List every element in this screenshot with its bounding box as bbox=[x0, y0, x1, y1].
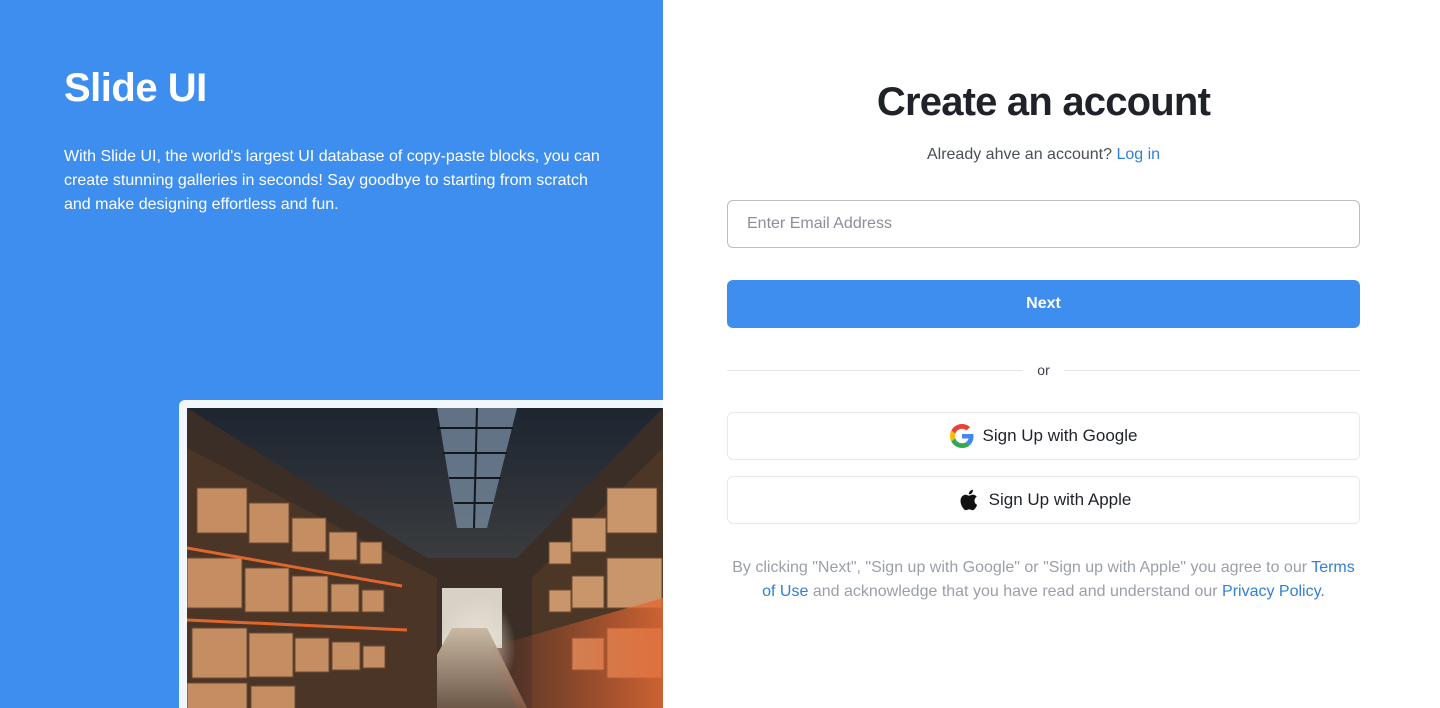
brand-title: Slide UI bbox=[64, 66, 207, 110]
divider-line bbox=[727, 369, 1024, 371]
login-prompt-text: Already ahve an account? bbox=[926, 146, 1112, 163]
login-prompt: Already ahve an account? Log in bbox=[727, 146, 1360, 164]
apple-signup-label: Sign Up with Apple bbox=[988, 490, 1132, 509]
email-field[interactable] bbox=[727, 200, 1360, 248]
form-panel: Create an account Already ahve an accoun… bbox=[663, 0, 1440, 708]
next-button[interactable]: Next bbox=[727, 280, 1360, 328]
brand-description: With Slide UI, the world's largest UI da… bbox=[64, 148, 600, 213]
terms-text-middle: and acknowledge that you have read and u… bbox=[812, 583, 1218, 600]
or-divider: or bbox=[727, 360, 1361, 380]
divider-line bbox=[1063, 369, 1361, 371]
page-title: Create an account bbox=[876, 80, 1211, 124]
privacy-policy-link[interactable]: Privacy Policy. bbox=[1222, 583, 1325, 600]
google-icon bbox=[949, 424, 974, 448]
signup-page: Slide UI With Slide UI, the world's larg… bbox=[0, 0, 1440, 708]
terms-notice: By clicking "Next", "Sign up with Google… bbox=[727, 556, 1360, 604]
google-signup-button[interactable]: Sign Up with Google bbox=[727, 412, 1360, 460]
apple-icon bbox=[956, 488, 980, 512]
terms-text-before: By clicking "Next", "Sign up with Google… bbox=[732, 559, 1308, 576]
login-link[interactable]: Log in bbox=[1116, 146, 1160, 163]
apple-signup-button[interactable]: Sign Up with Apple bbox=[727, 476, 1360, 524]
divider-label: or bbox=[1037, 362, 1050, 378]
warehouse-image bbox=[187, 408, 663, 708]
google-signup-label: Sign Up with Google bbox=[982, 426, 1138, 445]
brand-panel: Slide UI With Slide UI, the world's larg… bbox=[0, 0, 663, 708]
